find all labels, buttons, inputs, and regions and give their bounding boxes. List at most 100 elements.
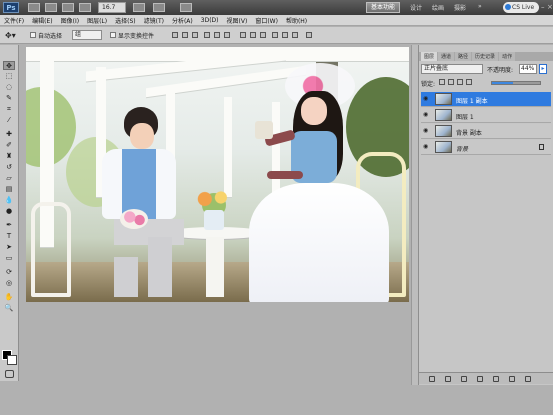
- link-layers-icon[interactable]: [429, 376, 435, 382]
- zoom-level-field[interactable]: 16.7: [98, 2, 126, 13]
- mini-bridge-icon[interactable]: [45, 3, 57, 12]
- quick-select-tool-icon[interactable]: ✎: [3, 94, 15, 103]
- move-tool-icon[interactable]: ✥: [3, 61, 15, 70]
- auto-select-checkbox[interactable]: [30, 32, 36, 38]
- move-tool-preset-icon[interactable]: ✥▾: [5, 30, 21, 41]
- menu-file[interactable]: 文件(F): [4, 16, 24, 25]
- 3d-rotate-tool-icon[interactable]: ⟳: [3, 268, 15, 277]
- menu-filter[interactable]: 滤镜(T): [144, 16, 164, 25]
- history-brush-tool-icon[interactable]: ↺: [3, 163, 15, 172]
- visibility-eye-icon[interactable]: ◉: [423, 96, 430, 102]
- view-extras-icon[interactable]: [62, 3, 74, 12]
- align-hcenter-icon[interactable]: [214, 32, 220, 38]
- delete-layer-icon[interactable]: [525, 376, 531, 382]
- menu-select[interactable]: 选择(S): [115, 16, 136, 25]
- layer-name: 图层 1: [456, 114, 474, 121]
- marquee-tool-icon[interactable]: ⬚: [3, 72, 15, 81]
- menu-layer[interactable]: 图层(L): [87, 16, 107, 25]
- opacity-slider-toggle[interactable]: ▸: [539, 64, 547, 74]
- blur-tool-icon[interactable]: 💧: [3, 196, 15, 205]
- screen-mode-icon[interactable]: [180, 3, 192, 12]
- menu-help[interactable]: 帮助(H): [286, 16, 307, 25]
- hand-tool-icon[interactable]: ✋: [3, 293, 15, 302]
- type-tool-icon[interactable]: T: [3, 232, 15, 241]
- document-canvas[interactable]: [26, 47, 409, 302]
- tab-history[interactable]: 历史记录: [472, 52, 499, 61]
- align-top-icon[interactable]: [172, 32, 178, 38]
- lock-pixels-icon[interactable]: [448, 79, 454, 85]
- background-color-swatch[interactable]: [7, 355, 17, 365]
- bridge-icon[interactable]: [28, 3, 40, 12]
- workspace-more-icon[interactable]: »: [478, 3, 482, 10]
- workspace-essentials-button[interactable]: 基本功能: [366, 2, 400, 13]
- layer-row[interactable]: ◉ 图层 1: [421, 108, 551, 123]
- pen-tool-icon[interactable]: ✒: [3, 221, 15, 230]
- layer-lock-icon: [539, 144, 544, 150]
- healing-brush-tool-icon[interactable]: ✚: [3, 130, 15, 139]
- layer-style-icon[interactable]: [445, 376, 451, 382]
- menu-analysis[interactable]: 分析(A): [172, 16, 193, 25]
- adjustment-layer-icon[interactable]: [477, 376, 483, 382]
- lasso-tool-icon[interactable]: ◌: [3, 83, 15, 92]
- visibility-eye-icon[interactable]: ◉: [423, 128, 430, 134]
- lock-all-icon[interactable]: [466, 79, 472, 85]
- gradient-tool-icon[interactable]: ▤: [3, 185, 15, 194]
- distribute-left-icon[interactable]: [272, 32, 278, 38]
- layer-row[interactable]: ◉ 背景: [421, 140, 551, 155]
- lock-position-icon[interactable]: [457, 79, 463, 85]
- workspace-photography[interactable]: 摄影: [454, 3, 466, 12]
- tab-paths[interactable]: 路径: [455, 52, 472, 61]
- layer-mask-icon[interactable]: [461, 376, 467, 382]
- distribute-bottom-icon[interactable]: [260, 32, 266, 38]
- tab-channels[interactable]: 通道: [438, 52, 455, 61]
- tab-actions[interactable]: 动作: [499, 52, 516, 61]
- opacity-slider[interactable]: [491, 81, 541, 85]
- shape-tool-icon[interactable]: ▭: [3, 254, 15, 263]
- distribute-right-icon[interactable]: [292, 32, 298, 38]
- auto-select-dropdown[interactable]: 组: [72, 30, 102, 40]
- lock-transparent-icon[interactable]: [439, 79, 445, 85]
- path-selection-tool-icon[interactable]: ➤: [3, 243, 15, 252]
- zoom-tool-icon[interactable]: 🔍: [3, 304, 15, 313]
- new-layer-icon[interactable]: [509, 376, 515, 382]
- align-left-icon[interactable]: [204, 32, 210, 38]
- crop-tool-icon[interactable]: ⌗: [3, 105, 15, 114]
- distribute-vcenter-icon[interactable]: [250, 32, 256, 38]
- eyedropper-tool-icon[interactable]: ⁄: [3, 116, 15, 125]
- menu-image[interactable]: 图像(I): [61, 16, 79, 25]
- opacity-input[interactable]: 44%: [519, 64, 537, 74]
- brush-tool-icon[interactable]: ✐: [3, 141, 15, 150]
- layer-row[interactable]: ◉ 背景 副本: [421, 124, 551, 139]
- new-group-icon[interactable]: [493, 376, 499, 382]
- hand-tool-icon[interactable]: [133, 3, 145, 12]
- menu-edit[interactable]: 编辑(E): [32, 16, 52, 25]
- visibility-eye-icon[interactable]: ◉: [423, 144, 430, 150]
- arrange-documents-icon[interactable]: [153, 3, 165, 12]
- tools-panel: ✥ ⬚ ◌ ✎ ⌗ ⁄ ✚ ✐ ♜ ↺ ▱ ▤ 💧 ● ✒ T ➤ ▭ ⟳ ◎ …: [0, 45, 19, 381]
- show-transform-checkbox[interactable]: [110, 32, 116, 38]
- quick-mask-icon[interactable]: [5, 370, 14, 378]
- dodge-tool-icon[interactable]: ●: [3, 207, 15, 216]
- menu-window[interactable]: 窗口(W): [255, 16, 278, 25]
- workspace-painting[interactable]: 绘画: [432, 3, 444, 12]
- auto-align-icon[interactable]: [306, 32, 312, 38]
- visibility-eye-icon[interactable]: ◉: [423, 112, 430, 118]
- eraser-tool-icon[interactable]: ▱: [3, 174, 15, 183]
- menu-view[interactable]: 视图(V): [227, 16, 248, 25]
- close-icon[interactable]: ×: [547, 3, 553, 11]
- menu-3d[interactable]: 3D(D): [201, 17, 219, 24]
- layer-row[interactable]: ◉ 图层 1 副本: [421, 92, 551, 107]
- align-right-icon[interactable]: [224, 32, 230, 38]
- distribute-hcenter-icon[interactable]: [282, 32, 288, 38]
- 3d-orbit-tool-icon[interactable]: ◎: [3, 279, 15, 288]
- cs-live-button[interactable]: CS Live: [503, 2, 539, 13]
- workspace-design[interactable]: 设计: [410, 3, 422, 12]
- collapsed-panel-strip[interactable]: [411, 45, 418, 385]
- distribute-top-icon[interactable]: [240, 32, 246, 38]
- blend-mode-dropdown[interactable]: 正片叠底: [421, 64, 483, 74]
- align-vcenter-icon[interactable]: [182, 32, 188, 38]
- align-bottom-icon[interactable]: [192, 32, 198, 38]
- tab-layers[interactable]: 图层: [421, 52, 438, 61]
- zoom-tool-icon[interactable]: [79, 3, 91, 12]
- clone-stamp-tool-icon[interactable]: ♜: [3, 152, 15, 161]
